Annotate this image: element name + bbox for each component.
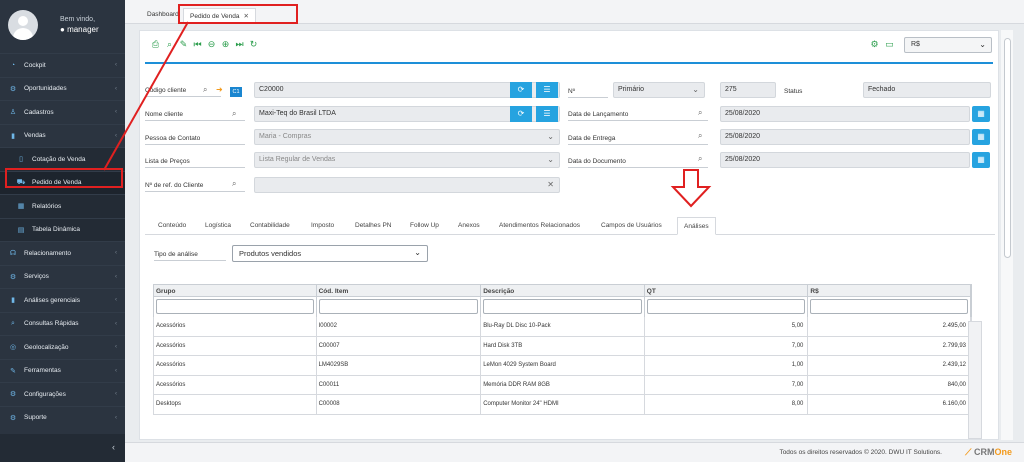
arrow-down-icon: [670, 169, 712, 208]
annotation-line: [103, 21, 189, 171]
annotation-arrows: [103, 21, 712, 208]
